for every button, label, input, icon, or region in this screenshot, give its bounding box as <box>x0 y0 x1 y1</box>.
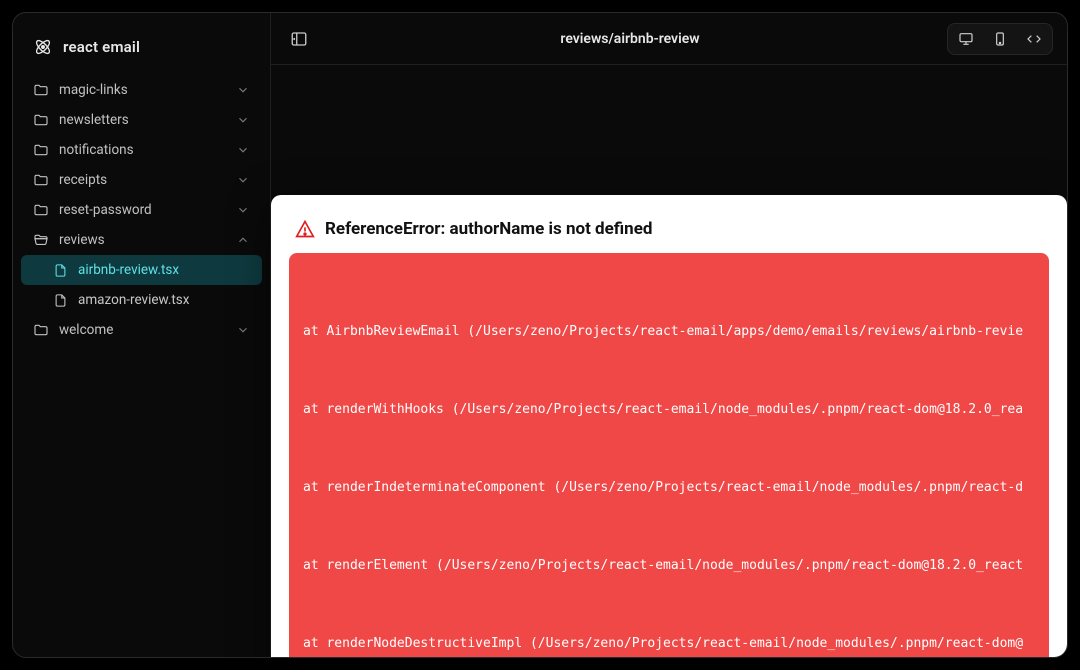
folder-icon <box>33 202 49 218</box>
chevron-down-icon <box>236 113 250 127</box>
sidebar-file-airbnb-review[interactable]: airbnb-review.tsx <box>21 255 262 285</box>
collapse-sidebar-button[interactable] <box>285 25 313 53</box>
sidebar-folder-newsletters[interactable]: newsletters <box>21 105 262 135</box>
sidebar-item-label: magic-links <box>59 82 128 98</box>
chevron-down-icon <box>236 173 250 187</box>
error-panel: ReferenceError: authorName is not define… <box>271 195 1067 658</box>
preview-canvas: ReferenceError: authorName is not define… <box>271 65 1067 657</box>
error-stacktrace: at AirbnbReviewEmail (/Users/zeno/Projec… <box>289 253 1049 658</box>
logo-icon <box>33 37 53 57</box>
sidebar-item-label: newsletters <box>59 112 129 128</box>
sidebar-item-label: amazon-review.tsx <box>78 292 189 308</box>
chevron-down-icon <box>236 143 250 157</box>
folder-icon <box>33 82 49 98</box>
error-header: ReferenceError: authorName is not define… <box>289 213 1049 253</box>
stack-line: at renderElement (/Users/zeno/Projects/r… <box>303 553 1035 579</box>
mobile-icon <box>992 31 1008 47</box>
folder-icon <box>33 142 49 158</box>
chevron-down-icon <box>236 323 250 337</box>
sidebar-item-label: welcome <box>59 322 113 338</box>
sidebar-folder-receipts[interactable]: receipts <box>21 165 262 195</box>
topbar: reviews/airbnb-review <box>271 13 1067 65</box>
folder-icon <box>33 112 49 128</box>
sidebar-item-label: notifications <box>59 142 134 158</box>
error-title: ReferenceError: authorName is not define… <box>325 219 652 239</box>
folder-icon <box>33 172 49 188</box>
sidebar-nav: magic-links newsletters notifications re… <box>13 75 270 345</box>
sidebar-folder-reviews[interactable]: reviews <box>21 225 262 255</box>
sidebar-folder-magic-links[interactable]: magic-links <box>21 75 262 105</box>
view-mode-toggle <box>947 23 1053 55</box>
stack-line: at renderWithHooks (/Users/zeno/Projects… <box>303 397 1035 423</box>
chevron-down-icon <box>236 83 250 97</box>
sidebar-item-label: reviews <box>59 232 105 248</box>
main: reviews/airbnb-review ReferenceError: au… <box>271 13 1067 657</box>
file-icon <box>53 293 68 308</box>
page-title: reviews/airbnb-review <box>313 31 947 47</box>
app-frame: react email magic-links newsletters noti… <box>12 12 1068 658</box>
sidebar-folder-welcome[interactable]: welcome <box>21 315 262 345</box>
topbar-left <box>285 25 313 53</box>
sidebar-item-label: receipts <box>59 172 107 188</box>
folder-icon <box>33 322 49 338</box>
stack-line: at AirbnbReviewEmail (/Users/zeno/Projec… <box>303 319 1035 345</box>
chevron-down-icon <box>236 203 250 217</box>
folder-open-icon <box>33 232 49 248</box>
sidebar-file-amazon-review[interactable]: amazon-review.tsx <box>21 285 262 315</box>
sidebar-folder-reset-password[interactable]: reset-password <box>21 195 262 225</box>
code-icon <box>1026 31 1042 47</box>
brand-label: react email <box>63 38 140 56</box>
stack-line: at renderIndeterminateComponent (/Users/… <box>303 475 1035 501</box>
chevron-up-icon <box>236 233 250 247</box>
sidebar-item-label: reset-password <box>59 202 152 218</box>
sidebar-item-label: airbnb-review.tsx <box>78 262 179 278</box>
sidebar-folder-notifications[interactable]: notifications <box>21 135 262 165</box>
sidebar: react email magic-links newsletters noti… <box>13 13 271 657</box>
mobile-view-button[interactable] <box>984 26 1016 52</box>
file-icon <box>53 263 68 278</box>
desktop-icon <box>958 31 974 47</box>
stack-line: at renderNodeDestructiveImpl (/Users/zen… <box>303 631 1035 657</box>
panel-left-icon <box>290 30 308 48</box>
warning-icon <box>295 219 315 239</box>
code-view-button[interactable] <box>1018 26 1050 52</box>
desktop-view-button[interactable] <box>950 26 982 52</box>
brand: react email <box>13 27 270 75</box>
